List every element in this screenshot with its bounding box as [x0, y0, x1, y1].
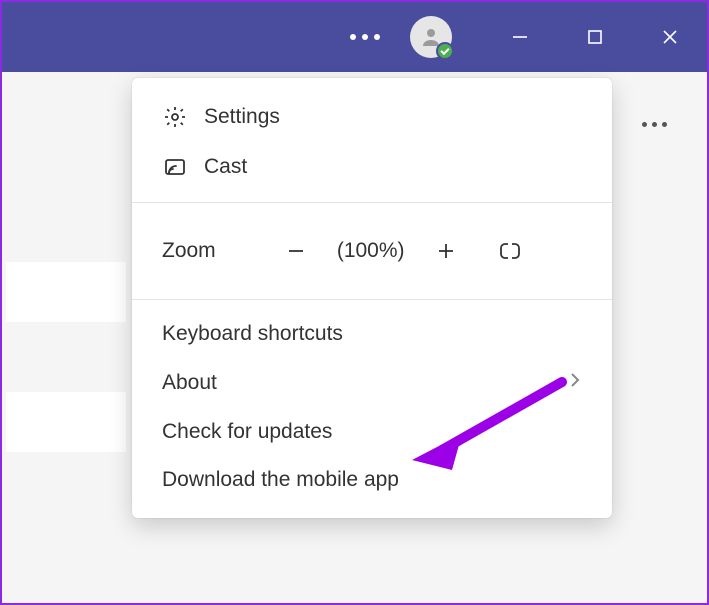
background-panel — [6, 392, 126, 452]
title-bar — [2, 2, 707, 72]
chevron-right-icon — [568, 370, 582, 396]
menu-item-keyboard-shortcuts[interactable]: Keyboard shortcuts — [132, 310, 612, 358]
menu-item-label: Download the mobile app — [162, 468, 399, 492]
maximize-button[interactable] — [567, 2, 622, 72]
fullscreen-button[interactable] — [490, 231, 530, 271]
menu-item-settings[interactable]: Settings — [132, 92, 612, 142]
settings-dropdown-menu: Settings Cast Zoom (100%) Keyboard short… — [132, 78, 612, 518]
cast-icon — [162, 154, 188, 180]
profile-avatar-button[interactable] — [410, 16, 452, 58]
zoom-label: Zoom — [162, 239, 216, 263]
minimize-button[interactable] — [492, 2, 547, 72]
menu-item-cast[interactable]: Cast — [132, 142, 612, 192]
zoom-out-button[interactable] — [276, 231, 316, 271]
menu-item-about[interactable]: About — [132, 358, 612, 408]
zoom-in-button[interactable] — [426, 231, 466, 271]
menu-item-label: Check for updates — [162, 420, 332, 444]
menu-item-label: Cast — [204, 155, 247, 179]
menu-item-label: Settings — [204, 105, 280, 129]
menu-item-label: About — [162, 371, 217, 395]
zoom-value: (100%) — [326, 239, 416, 263]
content-more-button[interactable] — [642, 122, 667, 127]
menu-divider — [132, 299, 612, 300]
zoom-controls: Zoom (100%) — [132, 213, 612, 289]
gear-icon — [162, 104, 188, 130]
menu-item-label: Keyboard shortcuts — [162, 322, 343, 346]
menu-divider — [132, 202, 612, 203]
menu-item-check-for-updates[interactable]: Check for updates — [132, 408, 612, 456]
menu-item-download-mobile-app[interactable]: Download the mobile app — [132, 456, 612, 504]
background-panel — [6, 262, 126, 322]
more-options-button[interactable] — [340, 34, 390, 40]
presence-badge-available — [436, 42, 454, 60]
close-button[interactable] — [642, 2, 697, 72]
